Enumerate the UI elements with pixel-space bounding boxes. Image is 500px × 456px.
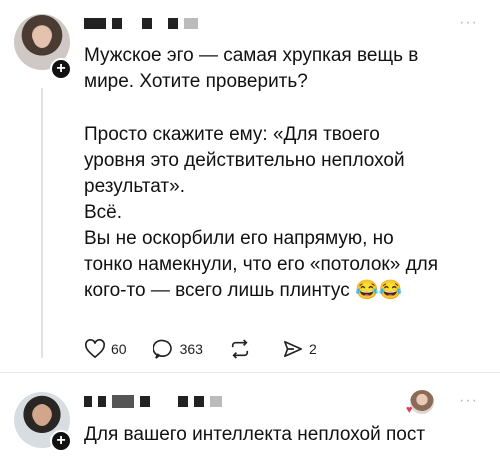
share-button[interactable]: 2 xyxy=(282,339,317,359)
post-text: Мужское эго — самая хрупкая вещь в мире.… xyxy=(84,43,484,95)
redaction-block xyxy=(210,395,222,407)
more-options-icon[interactable]: ··· xyxy=(459,14,478,32)
post-text-line: Всё. xyxy=(84,202,123,223)
post-text-line: результат». xyxy=(84,176,185,197)
heart-icon xyxy=(85,339,105,359)
redaction-block xyxy=(84,17,106,29)
username-redacted[interactable] xyxy=(84,394,222,408)
redaction-block xyxy=(194,395,204,407)
redaction-block xyxy=(178,395,188,407)
post-text-line: мире. Хотите проверить? xyxy=(84,71,308,92)
comment-button[interactable]: 363 xyxy=(152,339,203,359)
redaction-block xyxy=(112,394,134,408)
repost-icon xyxy=(231,339,249,359)
post-text-line: Для вашего интеллекта неплохой пост xyxy=(84,424,426,445)
like-count: 60 xyxy=(111,341,127,357)
redaction-block xyxy=(168,17,178,29)
post-text-line: Вы не оскорбили его напрямую, но xyxy=(84,228,394,249)
comment-count: 363 xyxy=(179,341,203,357)
avatar-face xyxy=(33,26,51,48)
liked-by-avatar[interactable]: ♥ xyxy=(406,390,434,416)
comment-icon xyxy=(152,339,172,359)
redaction-block xyxy=(184,17,198,29)
redaction-block xyxy=(84,395,92,407)
post-text: Для вашего интеллекта неплохой пост xyxy=(84,422,484,448)
thread-line xyxy=(41,88,43,358)
post-actions: 60 363 2 xyxy=(84,339,343,359)
divider xyxy=(0,372,500,373)
post: + ··· Мужское эго — самая хрупкая вещь в… xyxy=(0,0,500,370)
avatar-face xyxy=(33,404,51,426)
share-count: 2 xyxy=(308,341,317,357)
post-text-line: кого-то — всего лишь плинтус 😂😂 xyxy=(84,280,403,301)
like-button[interactable]: 60 xyxy=(84,339,127,359)
repost-button[interactable] xyxy=(229,339,256,359)
redaction-block xyxy=(142,17,152,29)
post-text-line: Мужское эго — самая хрупкая вещь в xyxy=(84,45,419,66)
post-text-line: Просто скажите ему: «Для твоего xyxy=(84,124,380,145)
post-text-line: уровня это действительно неплохой xyxy=(84,150,405,171)
follow-plus-icon[interactable]: + xyxy=(50,58,72,80)
redaction-block xyxy=(112,17,122,29)
redaction-block xyxy=(98,395,106,407)
follow-plus-icon[interactable]: + xyxy=(50,430,72,452)
post-text-line: тонко намекнули, что его «потолок» для xyxy=(84,254,439,275)
post: + ♥ ··· Для вашего интеллекта неплохой п… xyxy=(0,378,500,456)
redaction-block xyxy=(140,395,150,407)
username-redacted[interactable] xyxy=(84,16,198,30)
share-icon xyxy=(283,340,302,358)
more-options-icon[interactable]: ··· xyxy=(459,392,478,410)
post-text: Просто скажите ему: «Для твоего уровня э… xyxy=(84,122,484,304)
heart-icon: ♥ xyxy=(406,404,413,416)
